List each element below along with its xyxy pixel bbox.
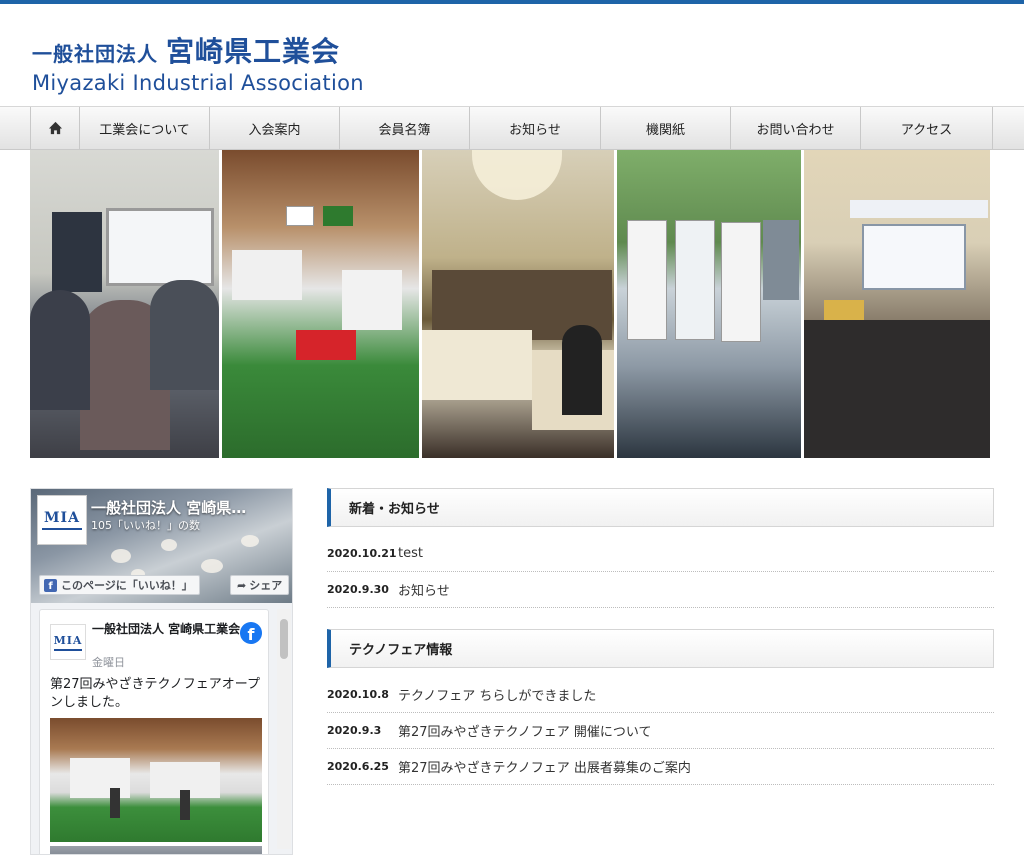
facebook-cover: MIA 一般社団法人 宮崎県… 105「いいね！」の数 f このページに「いいね… [31, 489, 292, 603]
post-author-name[interactable]: 一般社団法人 宮崎県工業会 [92, 622, 242, 637]
logo-name: 宮崎県工業会 [166, 35, 341, 68]
news-item[interactable]: 2020.10.21 test [327, 536, 994, 572]
news-date: 2020.10.21 [327, 547, 397, 560]
nav-item-contact[interactable]: お問い合わせ [730, 107, 860, 149]
facebook-share-button[interactable]: ➦ シェア [230, 575, 290, 595]
facebook-widget: MIA 一般社団法人 宮崎県… 105「いいね！」の数 f このページに「いいね… [30, 488, 293, 855]
nav-home[interactable] [30, 107, 79, 149]
news-title[interactable]: test [398, 546, 423, 561]
technofair-date: 2020.6.25 [327, 760, 389, 773]
facebook-page-name[interactable]: 一般社団法人 宮崎県… [91, 497, 246, 518]
facebook-page-logo[interactable]: MIA [37, 495, 87, 545]
hero-photo-conference [422, 150, 614, 458]
top-accent-bar [0, 0, 1024, 4]
nav-item-membership[interactable]: 入会案内 [209, 107, 339, 149]
post-photo[interactable] [50, 718, 262, 842]
share-icon: ➦ [237, 578, 247, 592]
share-button-label: シェア [249, 579, 283, 592]
technofair-item[interactable]: 2020.9.3 第27回みやざきテクノフェア 開催について [327, 713, 994, 749]
facebook-f-icon: f [44, 578, 57, 592]
facebook-logo-icon[interactable]: f [240, 622, 262, 644]
nav-item-member-list[interactable]: 会員名簿 [339, 107, 469, 149]
logo-prefix: 一般社団法人 [32, 42, 158, 66]
hero-photo-exhibition [222, 150, 419, 458]
hero-photo-seminar [30, 150, 219, 458]
post-author-avatar[interactable]: MIA [50, 624, 86, 660]
hero-photo-brochures [617, 150, 801, 458]
post-text: 第27回みやざきテクノフェアオープンしました。 [50, 677, 260, 710]
news-section-heading: 新着・お知らせ [327, 488, 994, 527]
logo-english: Miyazaki Industrial Association [32, 71, 364, 95]
global-nav: 工業会について 入会案内 会員名簿 お知らせ 機関紙 お問い合わせ アクセス [0, 106, 1024, 150]
nav-item-access[interactable]: アクセス [860, 107, 993, 149]
technofair-item[interactable]: 2020.6.25 第27回みやざきテクノフェア 出展者募集のご案内 [327, 749, 994, 785]
logo-japanese: 一般社団法人 宮崎県工業会 [32, 30, 364, 70]
technofair-section-heading: テクノフェア情報 [327, 629, 994, 668]
nav-item-news[interactable]: お知らせ [469, 107, 600, 149]
avatar-logo-underline [54, 648, 82, 651]
like-button-label: このページに「いいね！」 [61, 579, 193, 592]
nav-item-bulletin[interactable]: 機関紙 [600, 107, 730, 149]
news-item[interactable]: 2020.9.30 お知らせ [327, 572, 994, 608]
facebook-like-count: 105「いいね！」の数 [91, 519, 200, 532]
hero-collage [30, 150, 994, 458]
technofair-title[interactable]: 第27回みやざきテクノフェア 出展者募集のご案内 [398, 757, 691, 776]
nav-item-about[interactable]: 工業会について [79, 107, 209, 149]
technofair-title[interactable]: テクノフェア ちらしができました [398, 685, 596, 704]
technofair-date: 2020.9.3 [327, 724, 382, 737]
avatar-logo-text: MIA [53, 633, 83, 647]
logo-text: MIA [44, 510, 80, 526]
site-logo[interactable]: 一般社団法人 宮崎県工業会 Miyazaki Industrial Associ… [32, 30, 364, 95]
facebook-like-button[interactable]: f このページに「いいね！」 [39, 575, 200, 595]
technofair-date: 2020.10.8 [327, 688, 389, 701]
technofair-item[interactable]: 2020.10.8 テクノフェア ちらしができました [327, 677, 994, 713]
logo-underline [42, 528, 82, 530]
post-date[interactable]: 金曜日 [92, 654, 125, 670]
technofair-title[interactable]: 第27回みやざきテクノフェア 開催について [398, 721, 652, 740]
scrollbar-thumb[interactable] [280, 619, 288, 659]
facebook-post: MIA 一般社団法人 宮崎県工業会 金曜日 f 第27回みやざきテクノフェアオー… [39, 609, 269, 854]
facebook-scrollbar[interactable] [277, 609, 291, 849]
post-photo-second[interactable] [50, 846, 262, 854]
hero-photo-forum [804, 150, 990, 458]
news-date: 2020.9.30 [327, 583, 389, 596]
home-icon [48, 121, 62, 135]
news-title[interactable]: お知らせ [398, 580, 450, 599]
